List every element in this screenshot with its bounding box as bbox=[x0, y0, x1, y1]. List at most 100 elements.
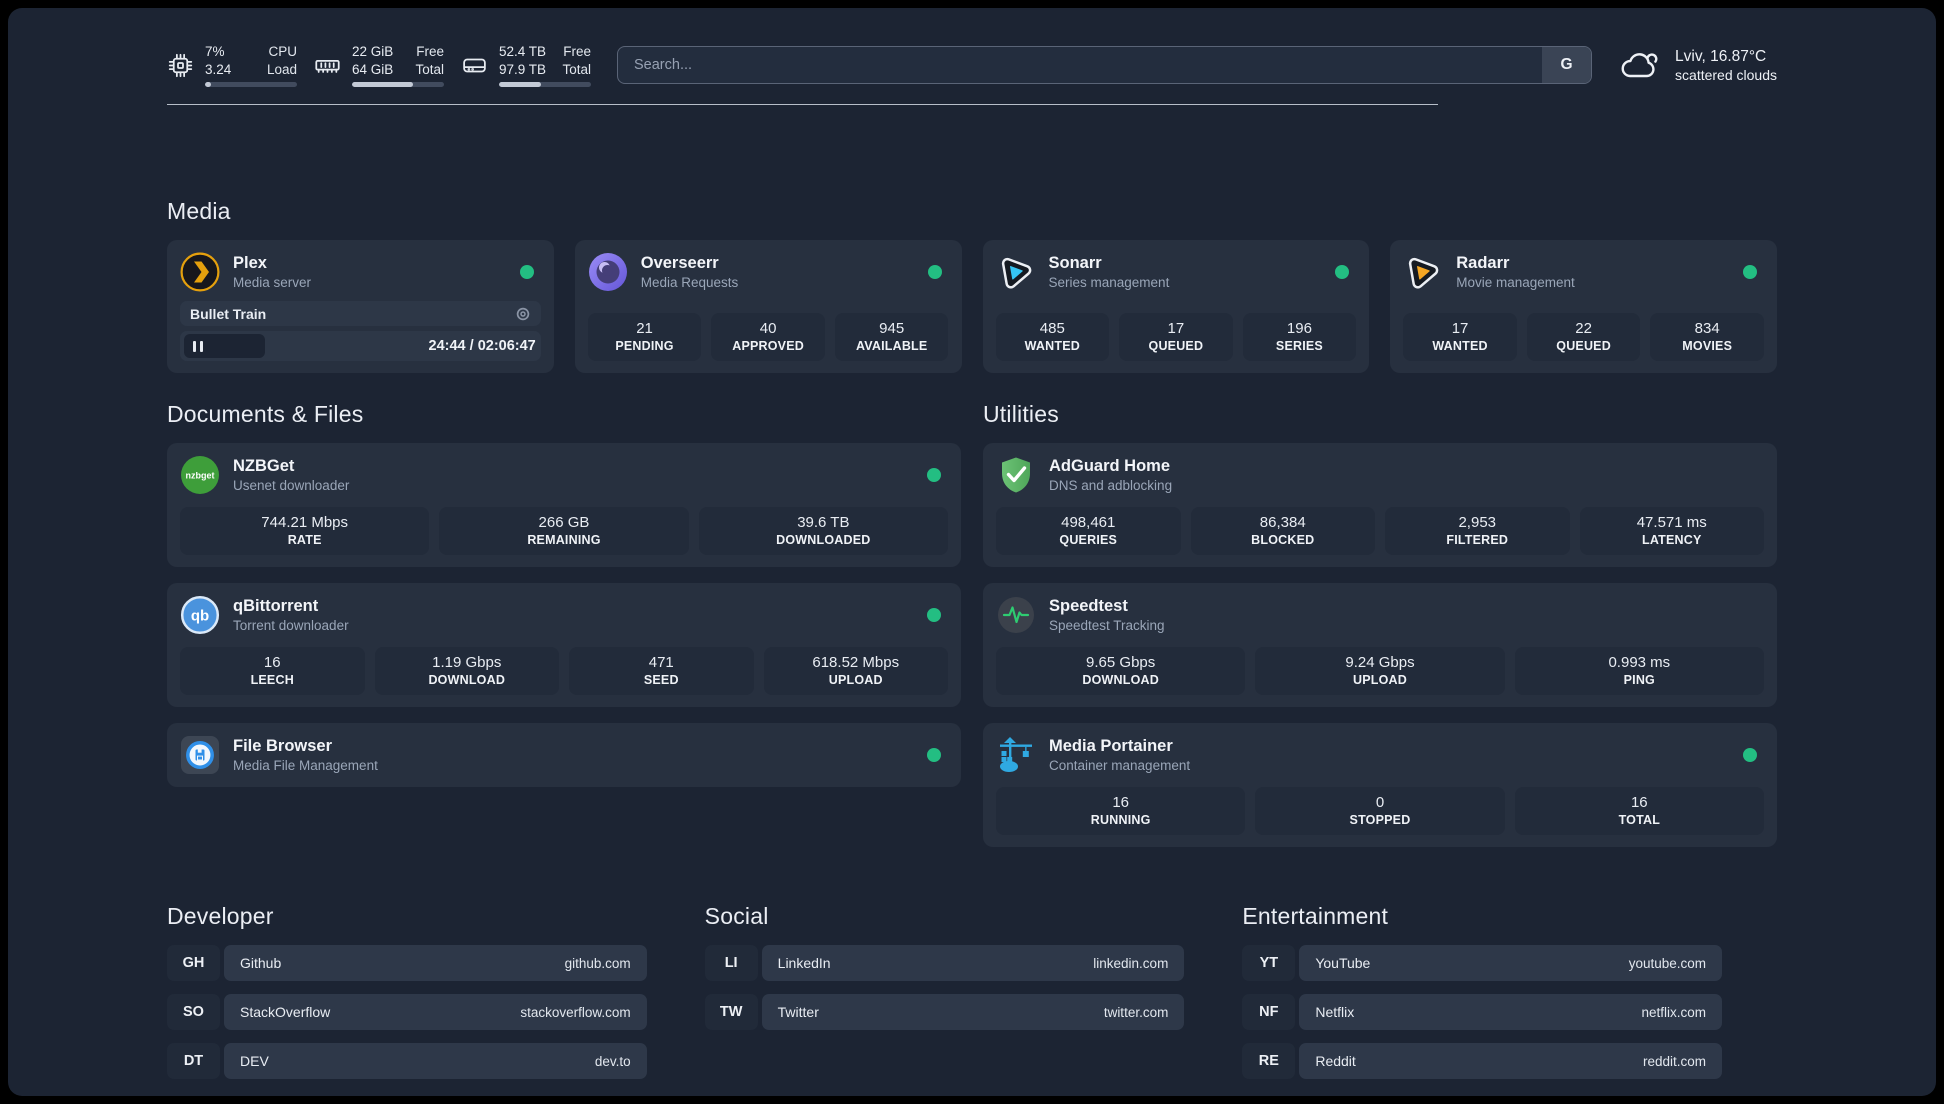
bookmark-abbr: TW bbox=[704, 994, 758, 1030]
stat-box: 945 AVAILABLE bbox=[834, 313, 949, 361]
pause-icon bbox=[193, 340, 196, 352]
bookmark-twitter[interactable]: TW Twitter twitter.com bbox=[704, 994, 1185, 1030]
bookmark-name: Github bbox=[240, 955, 282, 971]
disk-progress-bar bbox=[499, 82, 591, 88]
bookmark-abbr: RE bbox=[1242, 1043, 1296, 1079]
bookmark-linkedin[interactable]: LI LinkedIn linkedin.com bbox=[704, 945, 1185, 981]
status-dot-online bbox=[519, 265, 534, 279]
svg-text:qb: qb bbox=[191, 608, 209, 625]
section-title-media: Media bbox=[167, 198, 231, 224]
now-playing-title: Bullet Train bbox=[190, 305, 267, 322]
bookmark-abbr: YT bbox=[1242, 945, 1296, 981]
bookmark-name: DEV bbox=[240, 1053, 269, 1069]
stat-box: 22 QUEUED bbox=[1526, 313, 1641, 361]
disk-labels: Free Total bbox=[562, 43, 591, 77]
app-title: Speedtest bbox=[1049, 597, 1128, 615]
bookmark-group-entertainment: Entertainment YT YouTube youtube.com NF N… bbox=[1242, 903, 1722, 1079]
utilities-column: Utilities AdGuard Home DNS and adblockin… bbox=[983, 401, 1777, 847]
weather-widget: Lviv, 16.87°C scattered clouds bbox=[1618, 47, 1777, 83]
bookmark-url: linkedin.com bbox=[1093, 955, 1169, 971]
app-title: Plex bbox=[233, 254, 267, 272]
section-title-entertainment: Entertainment bbox=[1242, 903, 1389, 929]
app-subtitle: Container management bbox=[1049, 758, 1191, 773]
stat-box: 196 SERIES bbox=[1242, 313, 1357, 361]
app-subtitle: Torrent downloader bbox=[233, 618, 349, 633]
stat-box: 9.65 Gbps DOWNLOAD bbox=[996, 647, 1246, 695]
playback-time: 24:44 / 02:06:47 bbox=[428, 338, 536, 354]
app-subtitle: DNS and adblocking bbox=[1049, 478, 1173, 493]
app-card-portainer[interactable]: Media Portainer Container management 16 R… bbox=[983, 723, 1777, 847]
app-card-overseerr[interactable]: Overseerr Media Requests 21 PENDING 40 APP… bbox=[574, 240, 962, 373]
section-title-utilities: Utilities bbox=[983, 401, 1059, 427]
bookmark-name: Reddit bbox=[1315, 1053, 1356, 1069]
stat-box: 17 QUEUED bbox=[1119, 313, 1233, 361]
documents-column: Documents & Files nzbget NZBGet Usenet d… bbox=[167, 401, 961, 787]
app-card-sonarr[interactable]: Sonarr Series management 485 WANTED 17 QUE… bbox=[982, 240, 1370, 373]
stat-box: 485 WANTED bbox=[995, 313, 1110, 361]
bookmark-abbr: GH bbox=[167, 945, 220, 981]
filebrowser-icon bbox=[181, 736, 219, 774]
app-subtitle: Speedtest Tracking bbox=[1049, 618, 1165, 633]
bookmark-dev[interactable]: DT DEV dev.to bbox=[167, 1043, 647, 1079]
stat-box: 498,461 QUERIES bbox=[996, 507, 1181, 555]
qbittorrent-icon: qb bbox=[180, 595, 220, 635]
app-subtitle: Media File Management bbox=[233, 758, 378, 773]
memory-values: 22 GiB 64 GiB bbox=[352, 43, 394, 77]
bookmark-url: github.com bbox=[564, 955, 631, 971]
bookmark-abbr: SO bbox=[167, 994, 220, 1030]
app-card-plex[interactable]: Plex Media server Bullet Train 24:44 / 0… bbox=[167, 240, 554, 373]
bookmark-url: stackoverflow.com bbox=[520, 1004, 631, 1020]
bookmark-url: twitter.com bbox=[1103, 1004, 1169, 1020]
cpu-progress-bar bbox=[205, 82, 297, 88]
bookmark-name: YouTube bbox=[1315, 955, 1371, 971]
search-provider-button[interactable]: G bbox=[1542, 47, 1592, 83]
app-card-filebrowser[interactable]: File Browser Media File Management bbox=[167, 723, 961, 787]
bookmark-url: dev.to bbox=[594, 1053, 631, 1069]
app-card-radarr[interactable]: Radarr Movie management 17 WANTED 22 QUEUE… bbox=[1390, 240, 1777, 373]
svg-text:nzbget: nzbget bbox=[186, 471, 215, 481]
bookmark-netflix[interactable]: NF Netflix netflix.com bbox=[1242, 994, 1722, 1030]
stat-box: 0 STOPPED bbox=[1255, 787, 1505, 835]
bookmark-name: Twitter bbox=[777, 1004, 819, 1020]
pause-button[interactable] bbox=[184, 334, 265, 358]
cpu-labels: CPU Load bbox=[266, 43, 297, 77]
cloud-icon bbox=[1621, 53, 1658, 78]
bookmark-github[interactable]: GH Github github.com bbox=[167, 945, 647, 981]
nzbget-icon: nzbget bbox=[181, 456, 219, 494]
app-card-qbittorrent[interactable]: qb qBittorrent Torrent downloader 16 LEEC… bbox=[167, 583, 961, 707]
app-title: Overseerr bbox=[640, 254, 719, 272]
app-title: Media Portainer bbox=[1049, 737, 1173, 755]
app-card-nzbget[interactable]: nzbget NZBGet Usenet downloader 744.21 M… bbox=[167, 443, 961, 567]
bookmark-name: LinkedIn bbox=[777, 955, 831, 971]
stat-box: 834 MOVIES bbox=[1650, 313, 1764, 361]
bookmark-youtube[interactable]: YT YouTube youtube.com bbox=[1242, 945, 1722, 981]
stat-box: 86,384 BLOCKED bbox=[1190, 507, 1375, 555]
stat-box: 16 TOTAL bbox=[1514, 787, 1764, 835]
search-input[interactable] bbox=[618, 47, 1543, 83]
bookmark-reddit[interactable]: RE Reddit reddit.com bbox=[1242, 1043, 1722, 1079]
app-card-adguard[interactable]: AdGuard Home DNS and adblocking 498,461 Q… bbox=[983, 443, 1777, 567]
memory-stat: 22 GiB 64 GiB Free Total bbox=[314, 43, 444, 88]
overseerr-icon bbox=[588, 253, 627, 291]
topbar-divider bbox=[167, 104, 1438, 105]
cpu-values: 7% 3.24 bbox=[205, 43, 232, 77]
stat-box: 16 RUNNING bbox=[996, 787, 1246, 835]
stat-box: 1.19 Gbps DOWNLOAD bbox=[374, 647, 559, 695]
app-title: File Browser bbox=[233, 737, 333, 755]
section-title-developer: Developer bbox=[167, 903, 274, 929]
weather-location: Lviv, 16.87°C bbox=[1675, 47, 1767, 65]
settings-icon[interactable] bbox=[515, 306, 531, 322]
bookmark-url: youtube.com bbox=[1628, 955, 1706, 971]
bookmark-name: Netflix bbox=[1315, 1004, 1355, 1020]
app-card-speedtest[interactable]: Speedtest Speedtest Tracking 9.65 Gbps DO… bbox=[983, 583, 1777, 707]
speedtest-icon bbox=[998, 597, 1034, 633]
media-grid: Plex Media server Bullet Train 24:44 / 0… bbox=[167, 240, 1777, 373]
app-subtitle: Movie management bbox=[1456, 275, 1575, 290]
app-subtitle: Series management bbox=[1048, 275, 1170, 290]
bookmark-abbr: LI bbox=[704, 945, 758, 981]
status-dot-online bbox=[1743, 748, 1757, 762]
radarr-icon bbox=[1409, 257, 1439, 289]
bookmark-stackoverflow[interactable]: SO StackOverflow stackoverflow.com bbox=[167, 994, 647, 1030]
section-title-documents: Documents & Files bbox=[167, 401, 364, 427]
now-playing-row: Bullet Train bbox=[180, 301, 541, 326]
